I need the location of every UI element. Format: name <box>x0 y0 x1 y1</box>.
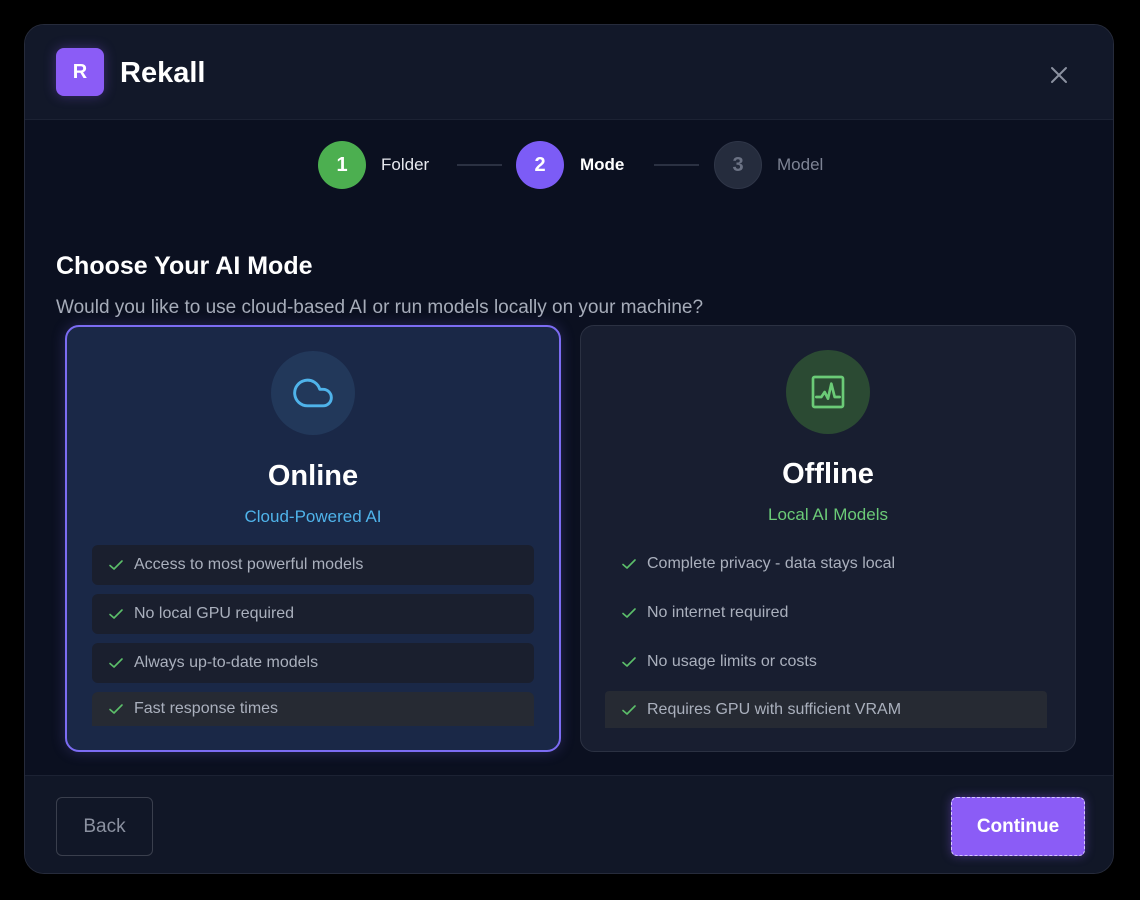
step-1-label: Folder <box>381 155 430 174</box>
list-item: Access to most powerful models <box>92 545 534 585</box>
check-icon <box>621 556 637 572</box>
step-2-label: Mode <box>580 155 625 174</box>
list-item: Requires GPU with sufficient VRAM <box>605 691 1047 728</box>
app-logo-letter: R <box>72 60 88 83</box>
online-card-title: Online <box>267 460 359 492</box>
step-3-circle: 3 <box>714 141 762 189</box>
app-name: Rekall <box>120 57 206 89</box>
page-subtitle: Would you like to use cloud-based AI or … <box>56 297 704 318</box>
step-3-number: 3 <box>732 153 744 176</box>
step-3-label: Model <box>777 155 824 174</box>
feature-text: Access to most powerful models <box>134 556 364 573</box>
feature-text: No local GPU required <box>134 605 295 622</box>
close-icon <box>1051 67 1067 83</box>
offline-card-subtitle: Local AI Models <box>767 505 888 524</box>
feature-text: Requires GPU with sufficient VRAM <box>647 700 902 718</box>
feature-text: No usage limits or costs <box>647 653 817 670</box>
online-icon-circle <box>271 351 355 435</box>
dialog-body: 1 Folder 2 Mode 3 Model Choose Your AI M… <box>25 120 1113 775</box>
list-item: Fast response times <box>92 692 534 726</box>
check-icon <box>108 557 124 573</box>
stepper: 1 Folder 2 Mode 3 Model <box>318 141 878 189</box>
close-button[interactable] <box>1043 59 1075 91</box>
cloud-icon <box>293 378 333 408</box>
check-icon <box>108 606 124 622</box>
step-connector <box>654 164 699 166</box>
list-item: Complete privacy - data stays local <box>605 544 1047 584</box>
setup-dialog: R Rekall 1 Folder 2 Mode 3 Model Choose … <box>24 24 1114 874</box>
check-icon <box>621 605 637 621</box>
list-item: No usage limits or costs <box>605 642 1047 682</box>
feature-text: Fast response times <box>134 700 279 717</box>
feature-text: Complete privacy - data stays local <box>647 555 896 572</box>
dialog-footer: Back Continue <box>25 775 1113 873</box>
offline-feature-list: Complete privacy - data stays local No i… <box>605 544 1047 737</box>
offline-mode-card[interactable]: Offline Local AI Models Complete privacy… <box>580 325 1076 752</box>
page-title: Choose Your AI Mode <box>56 252 313 280</box>
online-card-subtitle: Cloud-Powered AI <box>244 507 382 526</box>
check-icon <box>108 701 124 717</box>
app-logo: R <box>56 48 104 96</box>
back-button[interactable]: Back <box>56 797 153 856</box>
list-item: Always up-to-date models <box>92 643 534 683</box>
step-1-number: 1 <box>336 153 348 176</box>
activity-monitor-icon <box>811 375 845 409</box>
feature-text: No internet required <box>647 604 789 621</box>
feature-text: Always up-to-date models <box>134 654 319 671</box>
check-icon <box>621 654 637 670</box>
online-mode-card[interactable]: Online Cloud-Powered AI Access to most p… <box>65 325 561 752</box>
step-1-circle: 1 <box>318 141 366 189</box>
step-2-number: 2 <box>534 153 546 176</box>
offline-card-title: Offline <box>782 458 874 490</box>
check-icon <box>621 702 637 718</box>
online-feature-list: Access to most powerful models No local … <box>92 545 534 735</box>
list-item: No local GPU required <box>92 594 534 634</box>
dialog-header: R Rekall <box>25 25 1113 120</box>
step-connector <box>457 164 502 166</box>
list-item: No internet required <box>605 593 1047 633</box>
continue-button[interactable]: Continue <box>951 797 1085 856</box>
check-icon <box>108 655 124 671</box>
offline-icon-circle <box>786 350 870 434</box>
step-2-circle: 2 <box>516 141 564 189</box>
